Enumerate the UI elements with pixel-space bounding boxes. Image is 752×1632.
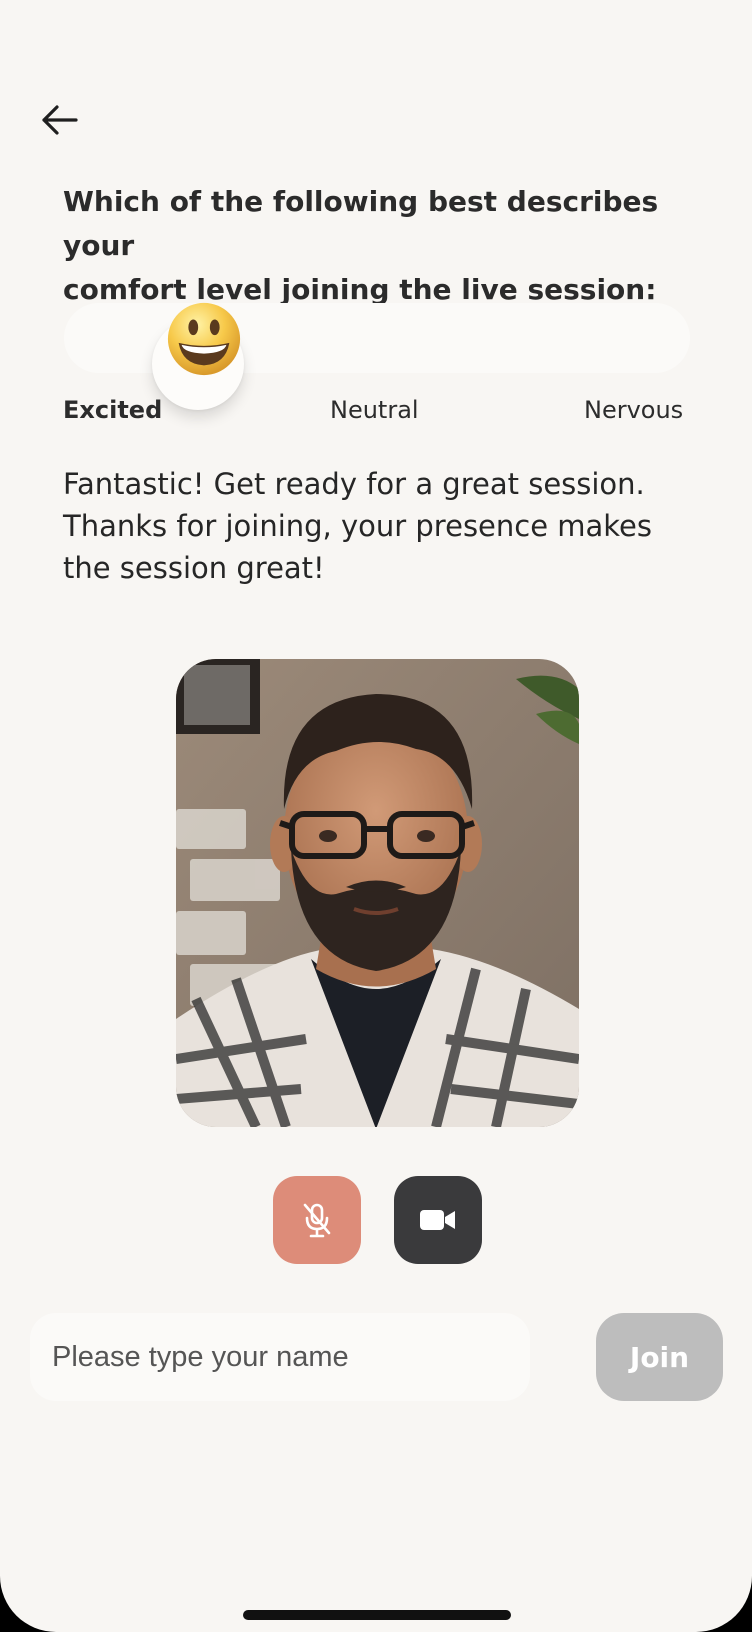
back-button[interactable] [38, 100, 82, 140]
home-indicator[interactable] [243, 1610, 511, 1620]
feedback-line: Thanks for joining, your presence makes [63, 509, 653, 543]
slider-label-neutral: Neutral [330, 396, 419, 424]
feedback-line: the session great! [63, 551, 325, 585]
mic-off-icon [303, 1203, 331, 1238]
feedback-line: Fantastic! Get ready for a great session… [63, 467, 645, 501]
mic-toggle-button[interactable] [273, 1176, 361, 1264]
arrow-left-icon [42, 105, 78, 135]
slider-label-nervous: Nervous [584, 396, 684, 424]
camera-toggle-button[interactable] [394, 1176, 482, 1264]
slider-label-excited: Excited [63, 396, 163, 424]
feedback-message: Fantastic! Get ready for a great session… [63, 463, 703, 589]
grinning-face-icon [167, 302, 241, 376]
video-preview [176, 659, 579, 1127]
join-button[interactable]: Join [596, 1313, 723, 1401]
question-text: Which of the following best describes yo… [63, 180, 723, 312]
question-line: Which of the following best describes yo… [63, 185, 659, 262]
name-input[interactable] [30, 1313, 530, 1401]
video-camera-icon [420, 1210, 455, 1230]
video-preview-image [176, 659, 579, 1127]
screen: Which of the following best describes yo… [0, 0, 752, 1632]
